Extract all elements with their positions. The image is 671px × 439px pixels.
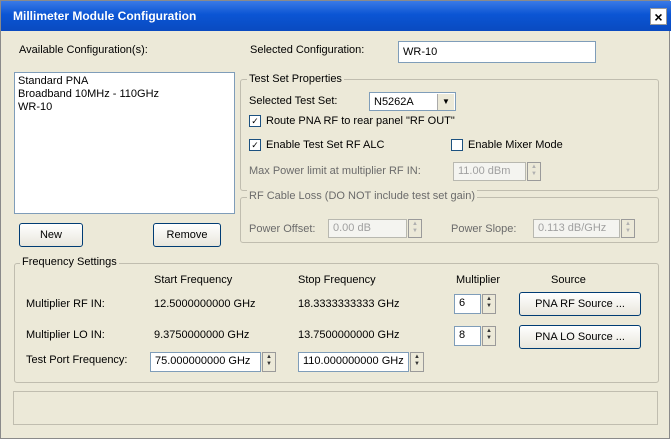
checkbox-unchecked-icon[interactable] <box>451 139 463 152</box>
test-set-dropdown[interactable]: N5262A ▼ <box>369 92 456 111</box>
list-item[interactable]: Standard PNA <box>18 75 231 88</box>
spin-up-icon[interactable]: ▲ <box>483 296 495 303</box>
spin-up-icon[interactable]: ▲ <box>263 354 275 361</box>
port-start-spinner[interactable]: ▲ ▼ <box>262 352 276 372</box>
stop-frequency-header: Stop Frequency <box>298 274 376 286</box>
rf-in-label: Multiplier RF IN: <box>26 298 105 310</box>
power-slope-field[interactable]: 0.113 dB/GHz <box>533 219 620 238</box>
spin-down-icon[interactable]: ▼ <box>263 361 275 368</box>
remove-button[interactable]: Remove <box>153 223 221 247</box>
spin-up-icon[interactable]: ▲ <box>483 328 495 335</box>
list-item[interactable]: Broadband 10MHz - 110GHz <box>18 88 231 101</box>
status-bar <box>13 391 658 425</box>
port-start-field[interactable]: 75.000000000 GHz <box>150 352 261 372</box>
source-header: Source <box>551 274 586 286</box>
multiplier-header: Multiplier <box>456 274 501 286</box>
rf-start-value: 12.5000000000 GHz <box>154 298 256 310</box>
available-config-label: Available Configuration(s): <box>19 44 148 56</box>
rf-multiplier-field[interactable]: 6 <box>454 294 481 314</box>
pna-lo-source-button[interactable]: PNA LO Source ... <box>519 325 641 349</box>
lo-stop-value: 13.7500000000 GHz <box>298 329 400 341</box>
chevron-down-icon[interactable]: ▼ <box>437 94 454 110</box>
power-slope-label: Power Slope: <box>451 223 517 235</box>
test-set-group-label: Test Set Properties <box>247 73 344 85</box>
spin-down-icon[interactable]: ▼ <box>622 228 634 235</box>
config-list[interactable]: Standard PNA Broadband 10MHz - 110GHz WR… <box>14 72 235 214</box>
rf-multiplier-spinner[interactable]: ▲ ▼ <box>482 294 496 314</box>
spin-down-icon[interactable]: ▼ <box>483 335 495 342</box>
config-dialog: Millimeter Module Configuration × Availa… <box>0 0 671 439</box>
window-title: Millimeter Module Configuration <box>13 9 197 23</box>
spin-down-icon[interactable]: ▼ <box>483 303 495 310</box>
selected-config-label: Selected Configuration: <box>250 44 365 56</box>
spin-up-icon[interactable]: ▲ <box>409 221 421 228</box>
spin-down-icon[interactable]: ▼ <box>411 361 423 368</box>
max-power-spinner[interactable]: ▲ ▼ <box>527 162 541 181</box>
power-offset-spinner[interactable]: ▲ ▼ <box>408 219 422 238</box>
power-offset-label: Power Offset: <box>249 223 316 235</box>
selected-test-set-label: Selected Test Set: <box>249 95 338 107</box>
route-rf-checkbox[interactable]: ✓ Route PNA RF to rear panel "RF OUT" <box>249 115 455 128</box>
lo-start-value: 9.3750000000 GHz <box>154 329 250 341</box>
spin-down-icon[interactable]: ▼ <box>528 171 540 178</box>
power-offset-field[interactable]: 0.00 dB <box>328 219 407 238</box>
list-item[interactable]: WR-10 <box>18 101 231 114</box>
enable-mixer-checkbox[interactable]: Enable Mixer Mode <box>451 139 563 152</box>
enable-alc-checkbox[interactable]: ✓ Enable Test Set RF ALC <box>249 139 385 152</box>
checkbox-checked-icon[interactable]: ✓ <box>249 139 261 152</box>
frequency-group-label: Frequency Settings <box>20 256 119 268</box>
test-set-value: N5262A <box>374 96 414 108</box>
checkbox-checked-icon[interactable]: ✓ <box>249 115 261 128</box>
power-slope-spinner[interactable]: ▲ ▼ <box>621 219 635 238</box>
enable-alc-label: Enable Test Set RF ALC <box>266 139 385 151</box>
spin-down-icon[interactable]: ▼ <box>409 228 421 235</box>
port-stop-spinner[interactable]: ▲ ▼ <box>410 352 424 372</box>
port-stop-field[interactable]: 110.000000000 GHz <box>298 352 409 372</box>
spin-up-icon[interactable]: ▲ <box>411 354 423 361</box>
selected-config-field[interactable]: WR-10 <box>398 41 596 63</box>
rf-stop-value: 18.3333333333 GHz <box>298 298 400 310</box>
start-frequency-header: Start Frequency <box>154 274 233 286</box>
route-rf-label: Route PNA RF to rear panel "RF OUT" <box>266 115 455 127</box>
max-power-label: Max Power limit at multiplier RF IN: <box>249 165 421 177</box>
max-power-field[interactable]: 11.00 dBm <box>453 162 526 181</box>
new-button[interactable]: New <box>19 223 83 247</box>
enable-mixer-label: Enable Mixer Mode <box>468 139 563 151</box>
lo-in-label: Multiplier LO IN: <box>26 329 105 341</box>
spin-up-icon[interactable]: ▲ <box>622 221 634 228</box>
test-port-label: Test Port Frequency: <box>26 354 128 366</box>
title-bar[interactable]: Millimeter Module Configuration × <box>1 1 671 31</box>
lo-multiplier-field[interactable]: 8 <box>454 326 481 346</box>
spin-up-icon[interactable]: ▲ <box>528 164 540 171</box>
close-icon[interactable]: × <box>650 8 667 25</box>
lo-multiplier-spinner[interactable]: ▲ ▼ <box>482 326 496 346</box>
pna-rf-source-button[interactable]: PNA RF Source ... <box>519 292 641 316</box>
cable-loss-group-label: RF Cable Loss (DO NOT include test set g… <box>247 190 477 202</box>
